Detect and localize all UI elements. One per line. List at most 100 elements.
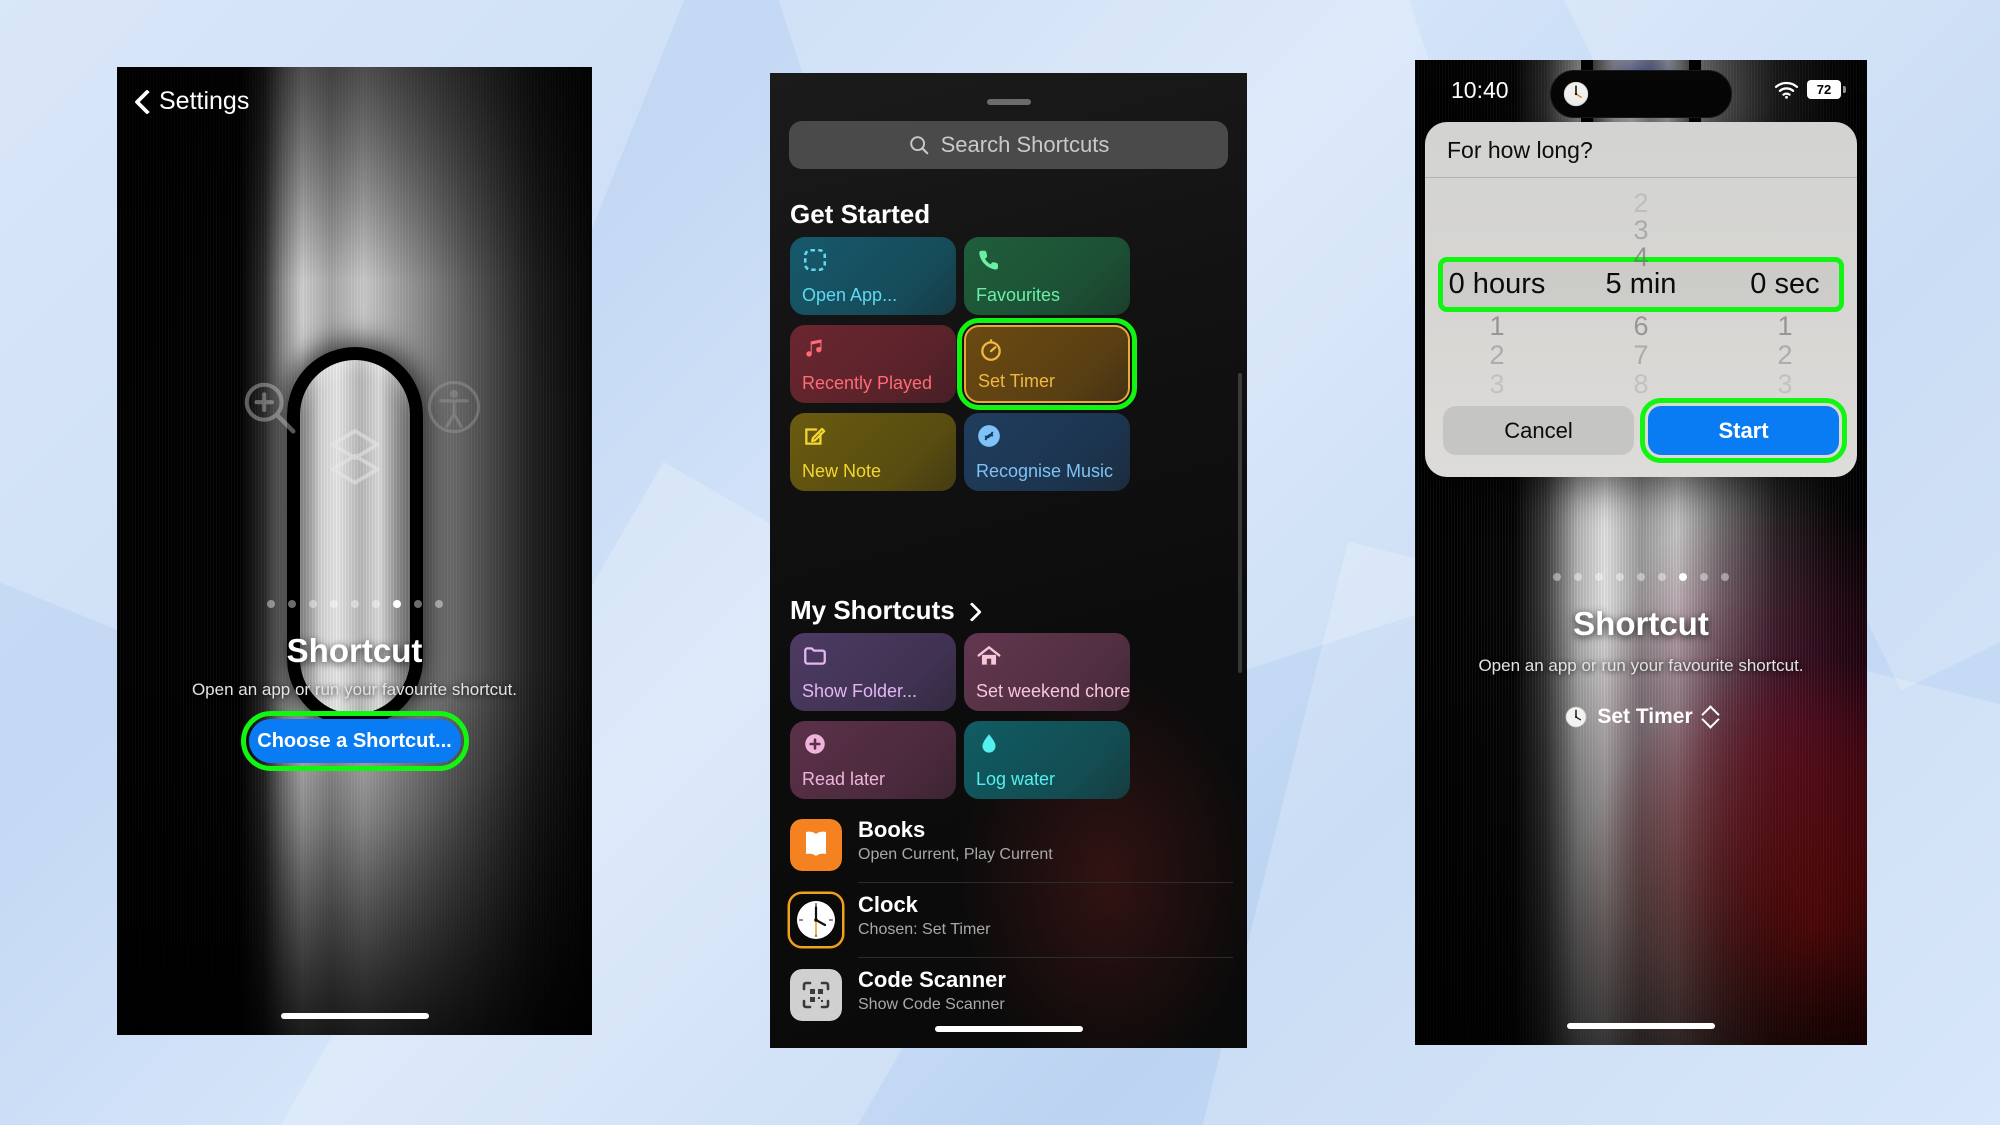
duration-picker[interactable]: 0 hours 1 2 3 2 3 4 5 min 6 7 8 0 sec 1 2 3: [1425, 178, 1857, 400]
shortcut-tile[interactable]: Favourites: [964, 237, 1130, 315]
shortcut-tile-label: Recognise Music: [976, 461, 1114, 481]
app-name: Clock: [858, 892, 918, 917]
home-indicator-3: [1567, 1023, 1715, 1029]
shortcut-tile-label: Set weekend chores: [976, 681, 1130, 701]
page-title-3: Shortcut: [1573, 605, 1709, 642]
page-dot: [1616, 573, 1624, 581]
shortcut-tile-label: Open App...: [802, 285, 898, 305]
page-dot: [1679, 573, 1687, 581]
picker-selected-value: 0 hours: [1448, 268, 1546, 300]
picker-column-min[interactable]: 2345 min 6 7 8: [1569, 178, 1713, 400]
picker-value: 3: [1777, 369, 1793, 399]
start-button[interactable]: Start: [1640, 398, 1847, 463]
shortcut-tile[interactable]: Set Timer: [957, 318, 1137, 410]
vertical-scrollbar[interactable]: [1238, 373, 1242, 673]
app-list-item[interactable]: Books Open Current, Play Current: [790, 813, 1233, 883]
app-list-item[interactable]: Code Scanner Show Code Scanner: [790, 963, 1233, 1033]
page-subtitle-3: Open an app or run your favourite shortc…: [1478, 656, 1804, 675]
chevron-right-icon: [965, 602, 976, 620]
picker-column-sec[interactable]: 0 sec 1 2 3: [1713, 178, 1857, 400]
picker-value: 6: [1633, 311, 1649, 341]
page-dot: [287, 600, 296, 608]
search-input[interactable]: Search Shortcuts: [789, 121, 1228, 169]
books-app-icon: [790, 819, 842, 871]
status-time: 10:40: [1451, 77, 1509, 103]
picker-value: 3: [1489, 369, 1505, 399]
action-button-illustration: [286, 347, 423, 727]
search-icon: [909, 136, 928, 155]
app-list-item[interactable]: Clock Chosen: Set Timer: [790, 888, 1233, 958]
back-to-settings-button[interactable]: Settings: [135, 87, 249, 116]
shortcut-tile-label: Show Folder...: [802, 681, 918, 701]
home-indicator-2: [934, 1026, 1083, 1032]
shortcut-tile-label: Favourites: [976, 285, 1061, 305]
shortcut-tile-label: New Note: [802, 461, 882, 481]
page-dot: [1553, 573, 1561, 581]
shortcut-tile[interactable]: Log water: [964, 721, 1130, 799]
picker-value: 1: [1489, 311, 1505, 341]
shortcut-tile[interactable]: Recently Played: [790, 325, 956, 403]
phone-screenshot-3: 10:40 72 For how long? 0 hours 1 2 3 2 3 4 5 mi…: [1415, 60, 1867, 1045]
folder-icon: [804, 647, 826, 665]
battery-indicator: 72: [1807, 80, 1846, 99]
picker-column-hours[interactable]: 0 hours 1 2 3: [1425, 178, 1569, 400]
shazam-icon: [978, 425, 1000, 447]
page-dot: [350, 600, 359, 608]
timer-duration-alert: For how long? 0 hours 1 2 3 2 3 4 5 min 6 7 8 0 sec…: [1425, 122, 1857, 477]
wifi-icon: [1774, 81, 1799, 99]
shortcut-tile[interactable]: Recognise Music: [964, 413, 1130, 491]
accessibility-icon: [427, 380, 481, 434]
shortcut-tile-label: Read later: [802, 769, 886, 789]
app-name: Code Scanner: [858, 967, 1006, 992]
status-bar: 10:40 72: [1415, 60, 1867, 124]
shortcut-tile[interactable]: Read later: [790, 721, 956, 799]
shortcuts-glyph-icon: [330, 429, 379, 485]
page-dot: [371, 600, 380, 608]
timer-icon: [981, 339, 1001, 361]
shortcut-tile[interactable]: Set weekend chores: [964, 633, 1130, 711]
page-dot: [1700, 573, 1708, 581]
code-scanner-app-icon: [790, 969, 842, 1021]
page-dot: [1721, 573, 1729, 581]
cancel-button[interactable]: Cancel: [1443, 406, 1634, 455]
shortcut-tile[interactable]: New Note: [790, 413, 956, 491]
list-separator: [858, 957, 1233, 958]
music-note-icon: [806, 339, 822, 357]
page-dot: [1595, 573, 1603, 581]
chosen-shortcut-control[interactable]: Set Timer: [1415, 705, 1867, 729]
search-placeholder: Search Shortcuts: [940, 132, 1110, 157]
page-dot: [308, 600, 317, 608]
phone-screenshot-2: Search Shortcuts Get Started My Shortcut…: [770, 73, 1247, 1048]
section-label: My Shortcuts: [790, 595, 955, 625]
choose-a-shortcut-button[interactable]: Choose a Shortcut...: [240, 711, 469, 771]
shortcut-tile-label: Recently Played: [802, 373, 933, 393]
picker-selected-value: 0 sec: [1750, 268, 1820, 300]
home-indicator-1: [280, 1013, 429, 1019]
page-dot: [1574, 573, 1582, 581]
page-dots-3: [1553, 573, 1729, 581]
chevron-left-icon: [135, 89, 150, 115]
picker-value: 2: [1489, 340, 1505, 370]
section-header-my-shortcuts[interactable]: My Shortcuts: [790, 595, 976, 626]
picker-selected-value: 5 min: [1605, 268, 1677, 300]
picker-value: 1: [1777, 311, 1793, 341]
page-dot: [434, 600, 443, 608]
page-dot: [1658, 573, 1666, 581]
page-dots-1: [266, 600, 443, 608]
dynamic-island[interactable]: [1550, 70, 1732, 118]
page-dot: [413, 600, 422, 608]
shortcut-tile[interactable]: Show Folder...: [790, 633, 956, 711]
alert-actions: Cancel Start: [1425, 398, 1857, 477]
plus-circle-icon: [805, 734, 825, 754]
water-drop-icon: [982, 734, 996, 753]
shortcut-tile[interactable]: Open App...: [790, 237, 956, 315]
sheet-grabber[interactable]: [986, 99, 1031, 105]
chosen-shortcut-label: Set Timer: [1597, 705, 1693, 728]
magnifier-plus-icon: [244, 382, 296, 434]
page-dot: [392, 600, 401, 608]
picker-value: 8: [1633, 369, 1649, 399]
clock-icon: [1566, 706, 1587, 728]
chevron-updown-icon: [1703, 706, 1717, 728]
page-dot: [329, 600, 338, 608]
back-label: Settings: [159, 87, 250, 115]
